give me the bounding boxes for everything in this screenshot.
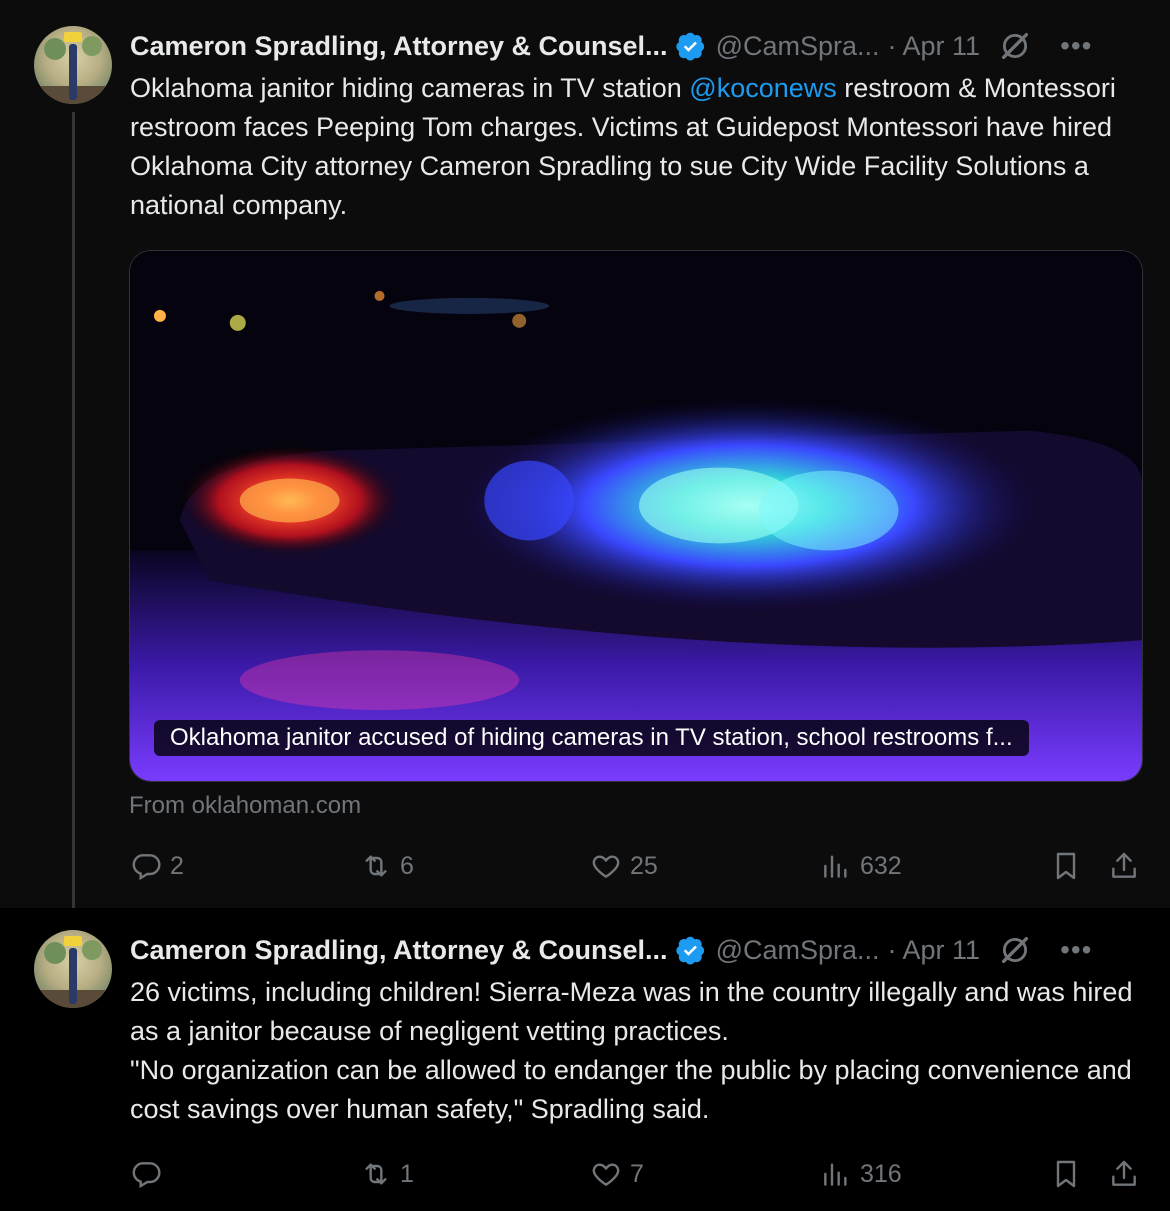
views-icon: [824, 1163, 847, 1186]
card-source[interactable]: From oklahoman.com: [129, 792, 361, 820]
tweet-2[interactable]: Cameron Spradling, Attorney & Counsel...…: [0, 908, 1170, 1211]
author-handle[interactable]: @CamSpra...: [716, 935, 880, 966]
mention-link[interactable]: @koconews: [689, 73, 836, 103]
like-count: 7: [630, 1159, 644, 1188]
grok-icon[interactable]: [998, 29, 1032, 63]
repost-count: 6: [400, 851, 414, 880]
tweet-1[interactable]: Cameron Spradling, Attorney & Counsel...…: [0, 0, 1170, 920]
bookmark-icon: [1056, 852, 1076, 880]
grok-icon[interactable]: [998, 933, 1032, 967]
tweet-actions: 1 7 316: [130, 1154, 1140, 1194]
views-icon: [824, 855, 847, 878]
more-icon[interactable]: •••: [1060, 936, 1092, 964]
tweet-header: Cameron Spradling, Attorney & Counsel...…: [130, 28, 1093, 64]
like-button[interactable]: 25: [590, 846, 658, 886]
bookmark-button[interactable]: [1050, 1154, 1082, 1194]
reply-icon: [132, 1162, 161, 1189]
more-icon[interactable]: •••: [1060, 32, 1092, 60]
bookmark-button[interactable]: [1050, 846, 1082, 886]
tweet-date[interactable]: · Apr 11: [888, 31, 981, 62]
views-count: 316: [860, 1159, 902, 1188]
tweet-date[interactable]: · Apr 11: [888, 935, 981, 966]
share-icon: [1112, 1160, 1136, 1186]
verified-badge-icon: [675, 32, 704, 61]
repost-count: 1: [400, 1159, 414, 1188]
tweet-text: Oklahoma janitor hiding cameras in TV st…: [130, 73, 1116, 220]
card-image: [130, 251, 1142, 781]
author-avatar[interactable]: [34, 930, 112, 1008]
like-count: 25: [630, 851, 658, 880]
like-icon: [592, 855, 620, 879]
share-button[interactable]: [1108, 846, 1140, 886]
reply-button[interactable]: [130, 1154, 170, 1194]
reply-icon: [132, 854, 161, 881]
views-button[interactable]: 632: [820, 846, 902, 886]
thread-connector-line: [72, 112, 75, 920]
bookmark-icon: [1056, 1160, 1076, 1188]
repost-button[interactable]: 6: [360, 846, 414, 886]
author-name[interactable]: Cameron Spradling, Attorney & Counsel...: [130, 31, 668, 62]
repost-icon: [365, 1163, 387, 1185]
repost-button[interactable]: 1: [360, 1154, 414, 1194]
repost-icon: [365, 855, 387, 877]
author-name[interactable]: Cameron Spradling, Attorney & Counsel...: [130, 935, 668, 966]
views-button[interactable]: 316: [820, 1154, 902, 1194]
reply-button[interactable]: 2: [130, 846, 184, 886]
tweet-text: 26 victims, including children! Sierra-M…: [130, 977, 1133, 1124]
share-button[interactable]: [1108, 1154, 1140, 1194]
link-card[interactable]: [129, 250, 1143, 782]
author-handle[interactable]: @CamSpra...: [716, 31, 880, 62]
reply-count: 2: [170, 851, 184, 880]
tweet-actions: 2 6 25 632: [130, 846, 1140, 886]
like-icon: [592, 1163, 620, 1187]
views-count: 632: [860, 851, 902, 880]
share-icon: [1112, 852, 1136, 878]
like-button[interactable]: 7: [590, 1154, 644, 1194]
verified-badge-icon: [675, 936, 704, 965]
card-caption: Oklahoma janitor accused of hiding camer…: [154, 720, 1029, 756]
tweet-header: Cameron Spradling, Attorney & Counsel...…: [130, 932, 1093, 968]
author-avatar[interactable]: [34, 26, 112, 104]
